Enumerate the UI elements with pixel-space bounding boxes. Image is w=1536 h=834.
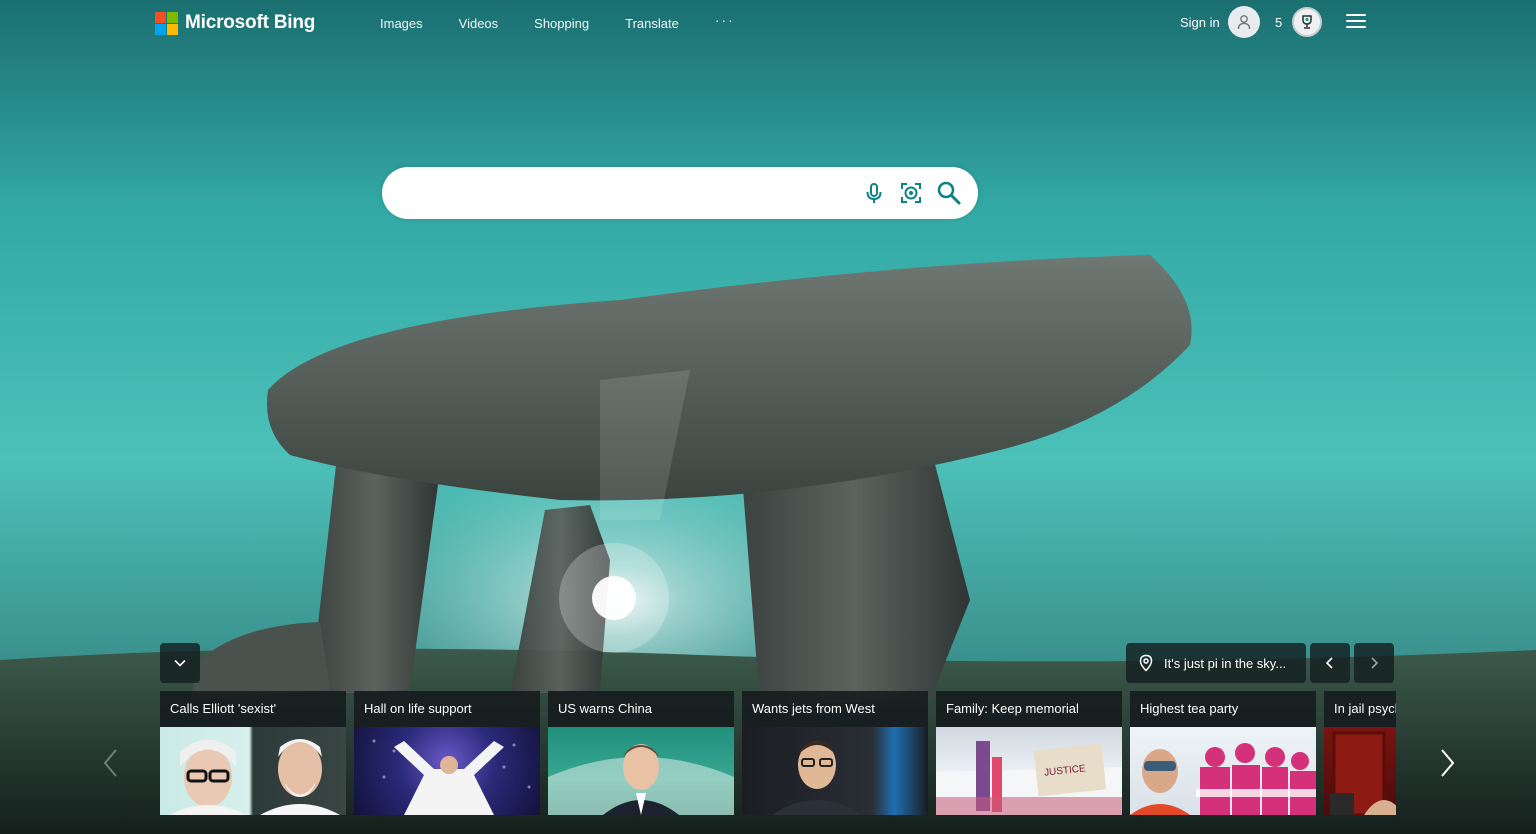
image-info-button[interactable]: It's just pi in the sky...: [1126, 643, 1306, 683]
trophy-icon: [1292, 7, 1323, 37]
nav-translate[interactable]: Translate: [625, 16, 679, 32]
image-info-text: It's just pi in the sky...: [1164, 655, 1287, 671]
news-card-title: US warns China: [548, 691, 734, 727]
nav-more-button[interactable]: ···: [715, 12, 735, 28]
sign-in-label: Sign in: [1180, 14, 1220, 30]
news-thumbnail: [1130, 727, 1316, 815]
news-card[interactable]: US warns China: [548, 691, 734, 815]
news-card-title: Calls Elliott 'sexist': [160, 691, 346, 727]
person-icon: [1227, 6, 1260, 38]
location-pin-icon: [1139, 654, 1153, 672]
carousel-prev-button[interactable]: [96, 743, 126, 783]
bing-logo[interactable]: Microsoft Bing: [155, 11, 315, 35]
news-thumbnail: [160, 727, 346, 815]
chevron-right-icon: [1441, 749, 1455, 777]
hamburger-icon[interactable]: [1346, 14, 1366, 30]
nav-videos[interactable]: Videos: [459, 16, 499, 32]
microphone-icon[interactable]: [860, 179, 888, 207]
nav-images[interactable]: Images: [380, 16, 423, 32]
news-card[interactable]: Calls Elliott 'sexist': [160, 691, 346, 815]
collapse-feed-button[interactable]: [160, 643, 200, 683]
news-carousel: Calls Elliott 'sexist' Hall on life supp…: [160, 691, 1396, 815]
search-input[interactable]: [404, 177, 864, 209]
search-box: [382, 167, 978, 219]
news-card[interactable]: In jail psychiatric: [1324, 691, 1396, 815]
news-thumbnail: [354, 727, 540, 815]
nav-shopping[interactable]: Shopping: [534, 16, 589, 32]
news-card[interactable]: Wants jets from West: [742, 691, 928, 815]
previous-image-button[interactable]: [1310, 643, 1350, 683]
news-card-title: In jail psychiatric: [1324, 691, 1396, 727]
chevron-left-icon: [103, 749, 117, 777]
carousel-next-button[interactable]: [1432, 743, 1462, 783]
microsoft-logo-icon: [155, 11, 178, 35]
news-card[interactable]: Hall on life support: [354, 691, 540, 815]
chevron-down-icon: [174, 659, 186, 667]
top-header: Microsoft Bing Images Videos Shopping Tr…: [0, 0, 1536, 46]
news-card[interactable]: Family: Keep memorial JUSTICE: [936, 691, 1122, 815]
rewards-button[interactable]: 5: [1275, 7, 1323, 37]
news-card-title: Wants jets from West: [742, 691, 928, 727]
visual-search-icon[interactable]: [897, 179, 925, 207]
search-icon[interactable]: [935, 179, 963, 207]
news-card-title: Highest tea party: [1130, 691, 1316, 727]
news-card-title: Family: Keep memorial: [936, 691, 1122, 727]
news-card-title: Hall on life support: [354, 691, 540, 727]
sign-in-button[interactable]: Sign in: [1180, 6, 1260, 38]
chevron-left-icon: [1325, 657, 1333, 669]
news-thumbnail: [1324, 727, 1396, 815]
news-thumbnail: [742, 727, 928, 815]
chevron-right-icon: [1371, 657, 1379, 669]
news-thumbnail: JUSTICE: [936, 727, 1122, 815]
brand-name: Microsoft Bing: [185, 12, 316, 33]
next-image-button[interactable]: [1354, 643, 1394, 683]
scope-nav: Images Videos Shopping Translate ···: [380, 12, 735, 32]
news-thumbnail: [548, 727, 734, 815]
rewards-count: 5: [1275, 14, 1283, 30]
news-card[interactable]: Highest tea party: [1130, 691, 1316, 815]
